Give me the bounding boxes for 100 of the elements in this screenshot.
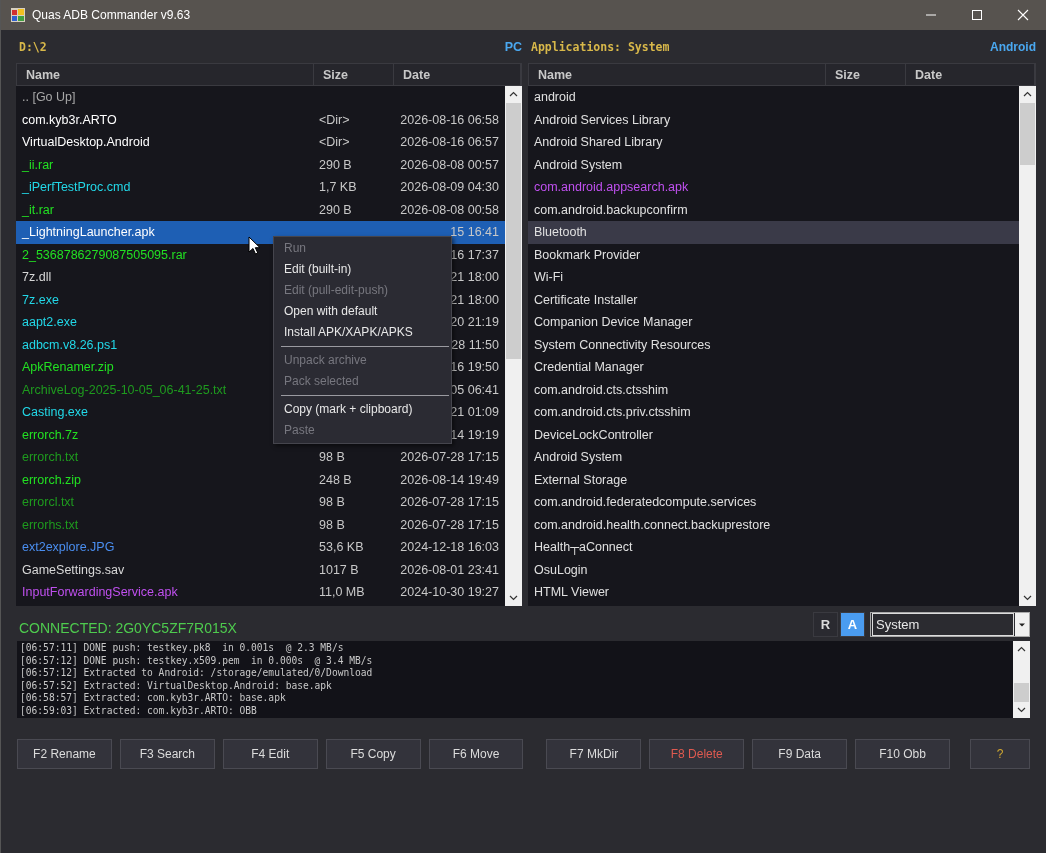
app-row[interactable]: com.android.appsearch.apk: [528, 176, 1019, 199]
path-label: D:\2: [19, 39, 47, 54]
file-name[interactable]: GameSettings.sav: [22, 562, 125, 577]
file-name[interactable]: .. [Go Up]: [22, 90, 76, 105]
function-key-button[interactable]: F5 Copy: [325, 739, 421, 769]
function-key-button[interactable]: F3 Search: [119, 739, 215, 769]
app-name: Certificate Installer: [533, 292, 639, 307]
file-date: 2026-07-28 17:15: [400, 495, 499, 510]
file-name[interactable]: _ii.rar: [22, 157, 54, 172]
file-name[interactable]: ApkRenamer.zip: [22, 360, 114, 375]
app-row[interactable]: OsuLogin: [528, 558, 1019, 581]
file-name[interactable]: errorch.7z: [22, 427, 79, 442]
file-date: 2026-07-28 17:15: [400, 450, 499, 465]
maximize-icon[interactable]: [971, 9, 983, 21]
app-row[interactable]: com.android.cts.priv.ctsshim: [528, 401, 1019, 424]
menu-item[interactable]: Edit (built-in): [274, 259, 451, 280]
file-name[interactable]: 2_5368786279087505095.rar: [22, 247, 187, 262]
file-name[interactable]: adbcm.v8.26.ps1: [22, 337, 118, 352]
file-name[interactable]: InputForwardingService.apk: [22, 585, 178, 600]
app-name: com.android.cts.priv.ctsshim: [533, 405, 692, 420]
file-name[interactable]: 7z.dll: [22, 270, 52, 285]
file-date: 2026-08-16 06:58: [400, 112, 499, 127]
column-header[interactable]: Size: [826, 64, 906, 85]
function-key-button[interactable]: F10 Obb: [855, 739, 950, 769]
app-row[interactable]: External Storage: [528, 468, 1019, 491]
filter-dropdown[interactable]: System: [870, 611, 1030, 637]
column-header[interactable]: Name: [529, 64, 826, 85]
app-row[interactable]: System Connectivity Resources: [528, 333, 1019, 356]
column-header[interactable]: Date: [906, 64, 1035, 85]
app-row[interactable]: Android Shared Library: [528, 131, 1019, 154]
menu-item[interactable]: Copy (mark + clipboard): [274, 399, 451, 420]
app-row[interactable]: Credential Manager: [528, 356, 1019, 379]
scrollbar-thumb[interactable]: [506, 103, 521, 359]
file-size: 290 B: [319, 202, 352, 217]
file-name[interactable]: ArchiveLog-2025-10-05_06-41-25.txt: [22, 382, 227, 397]
file-date: 2026-08-14 19:49: [400, 472, 499, 487]
file-name[interactable]: com.kyb3r.ARTO: [22, 112, 117, 127]
app-name: Android System: [533, 450, 624, 465]
app-row[interactable]: android: [528, 86, 1019, 109]
file-name[interactable]: aapt2.exe: [22, 315, 77, 330]
file-name[interactable]: errorcl.txt: [22, 495, 75, 510]
app-name: Android Services Library: [533, 112, 672, 127]
app-name: Health┬аConnect: [533, 540, 634, 555]
function-key-button[interactable]: ?: [970, 739, 1030, 769]
app-row[interactable]: HTML Viewer: [528, 581, 1019, 604]
scrollbar-thumb[interactable]: [1020, 103, 1035, 165]
app-row[interactable]: Wi-Fi: [528, 266, 1019, 289]
log-line: [06:57:12] DONE push: testkey.x509.pem in 0.000s @ 3.4 MB/s: [20, 654, 374, 667]
file-size: <Dir>: [319, 135, 350, 150]
close-icon[interactable]: [1017, 9, 1029, 21]
column-header[interactable]: Date: [394, 64, 521, 85]
function-key-button[interactable]: F2 Rename: [17, 739, 112, 769]
function-key-button[interactable]: F6 Move: [428, 739, 524, 769]
function-key-button[interactable]: F9 Data: [752, 739, 848, 769]
file-size: 1017 B: [319, 562, 359, 577]
app-row[interactable]: Android Services Library: [528, 108, 1019, 131]
column-header[interactable]: Size: [314, 64, 394, 85]
file-size: 98 B: [319, 495, 345, 510]
app-row[interactable]: Android System: [528, 446, 1019, 469]
function-key-button[interactable]: F8 Delete: [649, 739, 745, 769]
app-row[interactable]: Bluetooth: [528, 221, 1019, 244]
mouse-pointer-icon: [248, 236, 261, 255]
app-name: System Connectivity Resources: [533, 337, 712, 352]
app-row[interactable]: Android System: [528, 153, 1019, 176]
file-name[interactable]: _LightningLauncher.apk: [22, 225, 155, 240]
scrollbar[interactable]: [505, 86, 522, 606]
function-key-button[interactable]: F4 Edit: [222, 739, 318, 769]
file-name[interactable]: errorch.zip: [22, 472, 82, 487]
app-row[interactable]: com.android.federatedcompute.services: [528, 491, 1019, 514]
column-header[interactable]: Name: [17, 64, 314, 85]
file-name[interactable]: 7z.exe: [22, 292, 59, 307]
app-name: Bookmark Provider: [533, 247, 642, 262]
scrollbar[interactable]: [1013, 641, 1030, 718]
app-row[interactable]: Companion Device Manager: [528, 311, 1019, 334]
mode-toggle[interactable]: R: [813, 611, 838, 637]
app-row[interactable]: DeviceLockController: [528, 423, 1019, 446]
file-date: 2026-07-28 17:15: [400, 517, 499, 532]
file-name[interactable]: ext2explore.JPG: [22, 540, 115, 555]
file-size: 98 B: [319, 517, 345, 532]
function-key-button[interactable]: F7 MkDir: [546, 739, 642, 769]
app-row[interactable]: com.android.backupconfirm: [528, 198, 1019, 221]
app-row[interactable]: com.android.cts.ctsshim: [528, 378, 1019, 401]
app-name: Android System: [533, 157, 624, 172]
selected-file-row[interactable]: _LightningLauncher.apk 15 16:41: [16, 221, 505, 244]
app-row[interactable]: com.android.health.connect.backuprestore: [528, 513, 1019, 536]
scrollbar-thumb[interactable]: [1014, 683, 1029, 702]
file-name[interactable]: _iPerfTestProc.cmd: [22, 180, 131, 195]
file-name[interactable]: Casting.exe: [22, 405, 88, 420]
scrollbar[interactable]: [1019, 86, 1036, 606]
app-name: Android Shared Library: [533, 135, 664, 150]
file-name[interactable]: VirtualDesktop.Android: [22, 135, 150, 150]
menu-item[interactable]: Open with default: [274, 301, 451, 322]
file-name[interactable]: _it.rar: [22, 202, 54, 217]
app-row[interactable]: Certificate Installer: [528, 288, 1019, 311]
file-name[interactable]: errorch.txt: [22, 450, 79, 465]
menu-item[interactable]: Install APK/XAPK/APKS: [274, 322, 451, 343]
file-name[interactable]: errorhs.txt: [22, 517, 79, 532]
app-row[interactable]: Health┬аConnect: [528, 536, 1019, 559]
app-row[interactable]: Bookmark Provider: [528, 243, 1019, 266]
connection-status: CONNECTED: 2G0YC5ZF7R015X: [19, 619, 237, 636]
